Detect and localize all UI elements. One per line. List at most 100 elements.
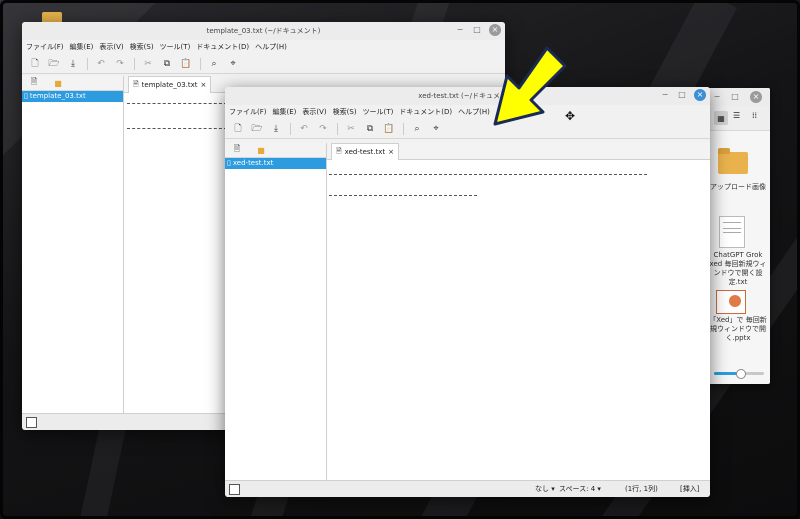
menu-view[interactable]: 表示(V): [302, 105, 326, 119]
menu-help[interactable]: ヘルプ(H): [255, 40, 287, 54]
pptx-file-icon: [716, 290, 746, 314]
menu-file[interactable]: ファイル(F): [26, 40, 64, 54]
open-folder-icon[interactable]: 🗁: [47, 57, 61, 71]
annotation-arrow-icon: [493, 46, 567, 126]
text-line: [127, 103, 227, 104]
text-line: [329, 195, 477, 196]
window-titlebar[interactable]: template_03.txt (~/ドキュメント) − □ ×: [22, 22, 505, 40]
document-tab[interactable]: 🗎 xed-test.txt ×: [331, 143, 400, 160]
side-panel-toggle-icon[interactable]: [229, 484, 240, 495]
maximize-button[interactable]: □: [677, 89, 687, 101]
replace-icon[interactable]: ⌖: [226, 57, 240, 71]
menu-search[interactable]: 検索(S): [130, 40, 154, 54]
compact-view-button[interactable]: ⁞⁞: [752, 111, 757, 120]
menu-edit[interactable]: 編集(E): [70, 40, 94, 54]
menubar: ファイル(F) 編集(E) 表示(V) 検索(S) ツール(T) ドキュメント(…: [22, 40, 505, 54]
copy-icon[interactable]: ⧉: [363, 122, 377, 136]
tab-close-icon[interactable]: ×: [201, 81, 207, 89]
menu-documents[interactable]: ドキュメント(D): [196, 40, 249, 54]
fm-item-label: 「Xed」で 毎回新規ウィンドウで開く.pptx: [709, 316, 767, 342]
new-file-icon[interactable]: 🗋: [231, 122, 245, 136]
document-list-item[interactable]: ▯ xed-test.txt: [225, 158, 326, 169]
text-line: [127, 128, 227, 129]
documents-tab-icon[interactable]: 🗎: [225, 143, 249, 157]
syntax-selector[interactable]: なし ▾: [535, 484, 555, 494]
cursor-position: (1行, 1列): [625, 485, 658, 493]
toolbar-separator: [200, 58, 201, 70]
new-file-icon[interactable]: 🗋: [28, 57, 42, 71]
toolbar-separator: [290, 123, 291, 135]
document-list-item[interactable]: ▯ template_03.txt: [22, 91, 123, 102]
list-view-button[interactable]: ☰: [733, 111, 740, 120]
replace-icon[interactable]: ⌖: [429, 122, 443, 136]
toolbar: 🗋 🗁 ⤓ ↶ ↷ ✂ ⧉ 📋 ⌕ ⌖: [22, 55, 505, 74]
document-tab-label: template_03.txt: [141, 81, 198, 89]
toolbar-separator: [403, 123, 404, 135]
maximize-button[interactable]: □: [472, 24, 482, 36]
text-file-icon: ▯: [227, 159, 231, 167]
save-icon[interactable]: ⤓: [66, 57, 80, 71]
fm-item-label: ChatGPT Grok xed 毎回新規ウィンドウで開く設定.txt: [709, 251, 767, 286]
file-browser-tab-icon[interactable]: ■: [249, 143, 273, 157]
file-manager-window: − □ × ▦ ☰ ⁞⁞ アップロード画像 ChatGPT Grok xed 毎…: [706, 88, 770, 384]
search-icon[interactable]: ⌕: [410, 122, 424, 136]
text-file-icon: 🗎: [133, 79, 139, 88]
save-icon[interactable]: ⤓: [269, 122, 283, 136]
close-button[interactable]: ×: [489, 24, 501, 36]
maximize-button[interactable]: □: [730, 91, 740, 103]
editor-area[interactable]: 🗎 xed-test.txt ×: [327, 143, 710, 480]
text-file-icon: 🗎: [336, 146, 342, 155]
tab-close-icon[interactable]: ×: [388, 148, 394, 156]
text-line: [329, 174, 647, 175]
file-browser-tab-icon[interactable]: ■: [46, 76, 70, 90]
toolbar: 🗋 🗁 ⤓ ↶ ↷ ✂ ⧉ 📋 ⌕ ⌖: [225, 120, 710, 139]
zoom-slider[interactable]: [714, 369, 764, 379]
redo-icon[interactable]: ↷: [316, 122, 330, 136]
redo-icon[interactable]: ↷: [113, 57, 127, 71]
menu-view[interactable]: 表示(V): [99, 40, 123, 54]
paste-icon[interactable]: 📋: [179, 57, 193, 71]
toolbar-separator: [337, 123, 338, 135]
document-list-item-label: xed-test.txt: [232, 159, 274, 167]
toolbar-separator: [87, 58, 88, 70]
fm-item-label: アップロード画像: [710, 183, 766, 191]
minimize-button[interactable]: −: [712, 91, 722, 103]
text-file-icon: ▯: [24, 92, 28, 100]
tab-width-selector[interactable]: スペース: 4 ▾: [559, 484, 601, 494]
zoom-slider-handle[interactable]: [736, 369, 746, 379]
menu-file[interactable]: ファイル(F): [229, 105, 267, 119]
open-folder-icon[interactable]: 🗁: [250, 122, 264, 136]
menu-search[interactable]: 検索(S): [333, 105, 357, 119]
copy-icon[interactable]: ⧉: [160, 57, 174, 71]
documents-tab-icon[interactable]: 🗎: [22, 76, 46, 90]
minimize-button[interactable]: −: [455, 24, 465, 36]
insert-mode-indicator: [挿入]: [680, 485, 700, 493]
search-icon[interactable]: ⌕: [207, 57, 221, 71]
editor-window-xed-test: xed-test.txt (~/ドキュメント) − □ × ファイル(F) 編集…: [225, 87, 710, 497]
document-list-item-label: template_03.txt: [29, 92, 86, 100]
menu-documents[interactable]: ドキュメント(D): [399, 105, 452, 119]
menu-tools[interactable]: ツール(T): [363, 105, 394, 119]
cut-icon[interactable]: ✂: [141, 57, 155, 71]
cut-icon[interactable]: ✂: [344, 122, 358, 136]
text-file-icon: [719, 216, 745, 248]
close-button[interactable]: ×: [694, 89, 706, 101]
toolbar-separator: [134, 58, 135, 70]
menubar: ファイル(F) 編集(E) 表示(V) 検索(S) ツール(T) ドキュメント(…: [225, 105, 710, 119]
side-panel: 🗎 ■ ▯ template_03.txt: [22, 76, 124, 413]
undo-icon[interactable]: ↶: [94, 57, 108, 71]
close-button[interactable]: ×: [750, 91, 762, 103]
side-panel-toggle-icon[interactable]: [26, 417, 37, 428]
window-titlebar[interactable]: xed-test.txt (~/ドキュメント) − □ ×: [225, 87, 710, 105]
menu-tools[interactable]: ツール(T): [160, 40, 191, 54]
document-tab[interactable]: 🗎 template_03.txt ×: [128, 76, 212, 93]
document-tab-label: xed-test.txt: [344, 148, 386, 156]
statusbar: なし ▾ スペース: 4 ▾ (1行, 1列) [挿入]: [225, 480, 710, 497]
undo-icon[interactable]: ↶: [297, 122, 311, 136]
menu-edit[interactable]: 編集(E): [273, 105, 297, 119]
minimize-button[interactable]: −: [660, 89, 670, 101]
folder-icon-tab: [718, 148, 730, 154]
window-title: template_03.txt (~/ドキュメント): [206, 27, 321, 35]
icon-view-button[interactable]: ▦: [714, 111, 728, 125]
paste-icon[interactable]: 📋: [382, 122, 396, 136]
